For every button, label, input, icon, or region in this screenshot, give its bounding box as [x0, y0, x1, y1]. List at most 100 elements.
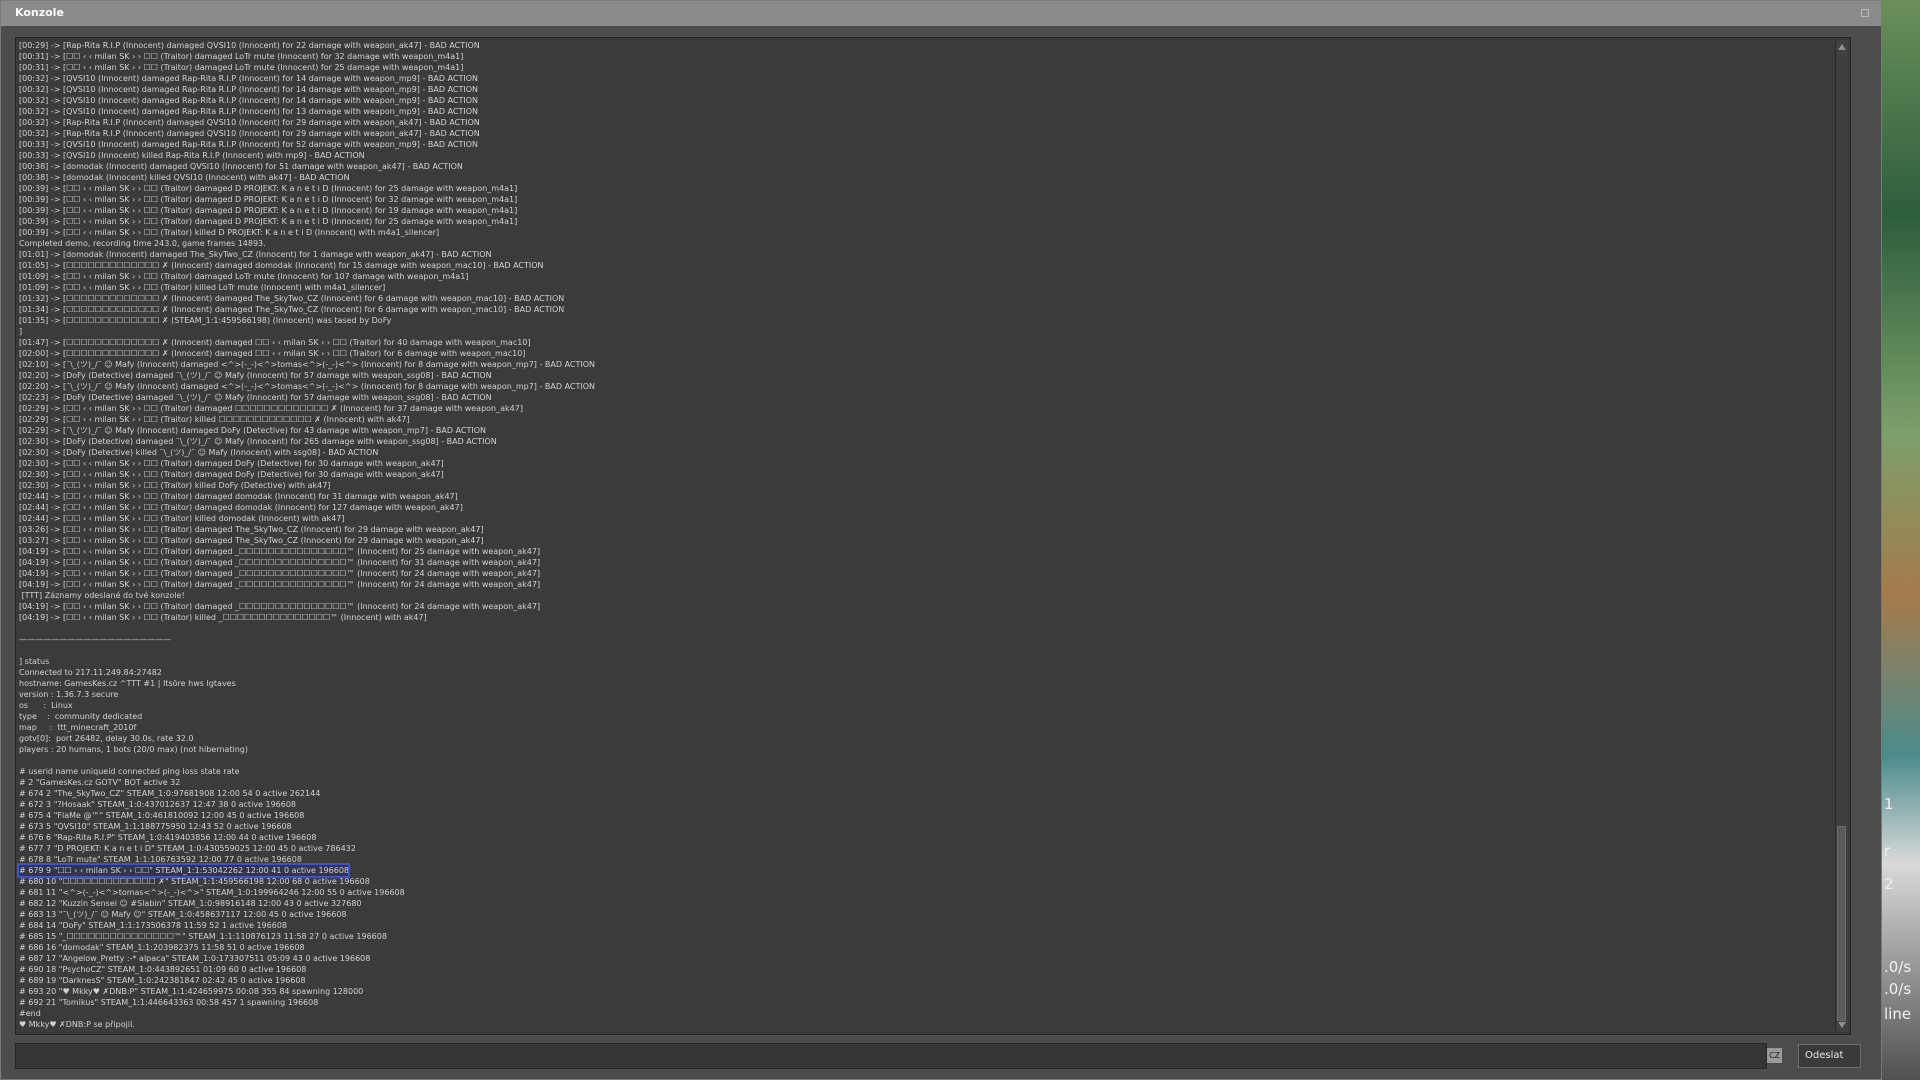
- language-badge[interactable]: CZ: [1767, 1048, 1782, 1063]
- log-line: Completed demo, recording time 243.0, ga…: [19, 239, 266, 248]
- background-text: 1: [1884, 795, 1894, 813]
- log-line: [04:19] -> [☐☐ ‹ ‹ milan SK › › ☐☐ (Trai…: [19, 602, 541, 611]
- log-line: [00:38] -> [domodak (Innocent) damaged Q…: [19, 162, 463, 171]
- log-line: ]: [19, 327, 23, 336]
- log-line: [02:20] -> [¯\_(ツ)_/¯ ☺ Mafy (Innocent) …: [19, 382, 596, 391]
- log-line: [01:47] -> [☐☐☐☐☐☐☐☐☐☐☐☐☐ ✗ (Innocent) d…: [19, 338, 531, 347]
- log-line: [00:32] -> [Rap-Rita R.I.P (Innocent) da…: [19, 129, 480, 138]
- log-line: [02:44] -> [☐☐ ‹ ‹ milan SK › › ☐☐ (Trai…: [19, 492, 458, 501]
- log-line: # 674 2 "The_SkyTwo_CZ" STEAM_1:0:976819…: [19, 789, 321, 798]
- game-background: [1880, 0, 1920, 1080]
- log-line: [00:32] -> [QVSI10 (Innocent) damaged Ra…: [19, 74, 479, 83]
- log-line: [01:05] -> [☐☐☐☐☐☐☐☐☐☐☐☐☐ ✗ (Innocent) d…: [19, 261, 544, 270]
- log-line: [TTT] Záznamy odeslané do tvé konzole!: [19, 591, 185, 600]
- log-line: [00:33] -> [QVSI10 (Innocent) killed Rap…: [19, 151, 365, 160]
- log-line: players : 20 humans, 1 bots (20/0 max) (…: [19, 745, 248, 754]
- log-line: # 683 13 "¯\_(ツ)_/¯ ☺ Mafy ☺" STEAM_1:0:…: [19, 910, 347, 919]
- log-line: # 692 21 "Tomikus" STEAM_1:1:446643363 0…: [19, 998, 319, 1007]
- log-line: [00:33] -> [QVSI10 (Innocent) damaged Ra…: [19, 140, 479, 149]
- log-line: [00:39] -> [☐☐ ‹ ‹ milan SK › › ☐☐ (Trai…: [19, 195, 518, 204]
- log-line: [00:29] -> [Rap-Rita R.I.P (Innocent) da…: [19, 41, 480, 50]
- log-line: [04:19] -> [☐☐ ‹ ‹ milan SK › › ☐☐ (Trai…: [19, 558, 541, 567]
- background-text: .0/s: [1884, 958, 1912, 976]
- scroll-up-icon[interactable]: [1838, 44, 1846, 50]
- console-window: Konzole [00:29] -> [Rap-Rita R.I.P (Inno…: [0, 0, 1882, 1080]
- log-line: [01:01] -> [domodak (Innocent) damaged T…: [19, 250, 492, 259]
- log-line: # 690 18 "PsychoCZ" STEAM_1:0:443892651 …: [19, 965, 307, 974]
- log-line: [02:44] -> [☐☐ ‹ ‹ milan SK › › ☐☐ (Trai…: [19, 503, 463, 512]
- log-line: [03:27] -> [☐☐ ‹ ‹ milan SK › › ☐☐ (Trai…: [19, 536, 484, 545]
- log-line: [00:32] -> [QVSI10 (Innocent) damaged Ra…: [19, 96, 479, 105]
- log-line: [00:31] -> [☐☐ ‹ ‹ milan SK › › ☐☐ (Trai…: [19, 52, 464, 61]
- command-input[interactable]: [15, 1043, 1767, 1069]
- log-line: [00:32] -> [QVSI10 (Innocent) damaged Ra…: [19, 85, 479, 94]
- scroll-down-icon[interactable]: [1838, 1022, 1846, 1028]
- log-line: [02:30] -> [☐☐ ‹ ‹ milan SK › › ☐☐ (Trai…: [19, 481, 331, 490]
- log-line: # 687 17 "Angelow_Pretty :-* alpaca" STE…: [19, 954, 371, 963]
- log-line: [00:39] -> [☐☐ ‹ ‹ milan SK › › ☐☐ (Trai…: [19, 217, 518, 226]
- log-line: [04:19] -> [☐☐ ‹ ‹ milan SK › › ☐☐ (Trai…: [19, 569, 541, 578]
- log-line: [02:23] -> [DoFy (Detective) damaged ¯\_…: [19, 393, 492, 402]
- log-line: # 2 "GamesKes.cz GOTV" BOT active 32: [19, 778, 181, 787]
- log-line: type : community dedicated: [19, 712, 143, 721]
- log-line: [01:32] -> [☐☐☐☐☐☐☐☐☐☐☐☐☐ ✗ (Innocent) d…: [19, 294, 565, 303]
- log-line: # 676 6 "Rap-Rita R.I.P" STEAM_1:0:41940…: [19, 833, 317, 842]
- log-line: [02:29] -> [☐☐ ‹ ‹ milan SK › › ☐☐ (Trai…: [19, 415, 410, 424]
- log-line: # userid name uniqueid connected ping lo…: [19, 767, 240, 776]
- background-text: .0/s: [1884, 980, 1912, 998]
- log-line: #end: [19, 1009, 41, 1018]
- log-line: [02:00] -> [☐☐☐☐☐☐☐☐☐☐☐☐☐ ✗ (Innocent) d…: [19, 349, 526, 358]
- log-line: # 686 16 "domodak" STEAM_1:1:203982375 1…: [19, 943, 305, 952]
- log-line: [02:30] -> [DoFy (Detective) damaged ¯\_…: [19, 437, 497, 446]
- log-line: ] status: [19, 657, 50, 666]
- console-log: [00:29] -> [Rap-Rita R.I.P (Innocent) da…: [17, 40, 1829, 1030]
- log-line: # 682 12 "Kuzzin Sensei ☺ #Slabin" STEAM…: [19, 899, 362, 908]
- log-line: [02:20] -> [DoFy (Detective) damaged ¯\_…: [19, 371, 492, 380]
- log-line: hostname: GamesKes.cz ^TTT #1 | Itsöre h…: [19, 679, 236, 688]
- log-line: [02:29] -> [☐☐ ‹ ‹ milan SK › › ☐☐ (Trai…: [19, 404, 523, 413]
- log-line: # 678 8 "LoTr mute" STEAM_1:1:106763592 …: [19, 855, 302, 864]
- log-line: # 680 10 "☐☐☐☐☐☐☐☐☐☐☐☐☐ ✗" STEAM_1:1:459…: [19, 877, 370, 886]
- log-line: gotv[0]: port 26482, delay 30.0s, rate 3…: [19, 734, 194, 743]
- log-line: [00:32] -> [Rap-Rita R.I.P (Innocent) da…: [19, 118, 480, 127]
- log-line: [00:39] -> [☐☐ ‹ ‹ milan SK › › ☐☐ (Trai…: [19, 206, 518, 215]
- window-title: Konzole: [15, 6, 64, 19]
- log-line: # 684 14 "DoFy" STEAM_1:1:173506378 11:5…: [19, 921, 288, 930]
- log-line: # 673 5 "QVSI10" STEAM_1:1:188775950 12:…: [19, 822, 292, 831]
- log-line: [02:44] -> [☐☐ ‹ ‹ milan SK › › ☐☐ (Trai…: [19, 514, 345, 523]
- log-line: [02:10] -> [¯\_(ツ)_/¯ ☺ Mafy (Innocent) …: [19, 360, 596, 369]
- log-line: [02:30] -> [☐☐ ‹ ‹ milan SK › › ☐☐ (Trai…: [19, 459, 444, 468]
- log-line: [00:32] -> [QVSI10 (Innocent) damaged Ra…: [19, 107, 479, 116]
- console-scrollbar[interactable]: [1835, 40, 1848, 1032]
- log-line: [03:26] -> [☐☐ ‹ ‹ milan SK › › ☐☐ (Trai…: [19, 525, 484, 534]
- log-line: # 677 7 "D PROJEKT: K a n e t i D" STEAM…: [19, 844, 356, 853]
- log-line: ♥ Mkky♥ ✗DNB:P se připojil.: [19, 1020, 135, 1029]
- background-text: 2: [1884, 875, 1894, 893]
- scroll-thumb[interactable]: [1837, 826, 1846, 1021]
- background-text: r: [1884, 842, 1891, 860]
- log-line: [01:35] -> [☐☐☐☐☐☐☐☐☐☐☐☐☐ ✗ (STEAM_1:1:4…: [19, 316, 392, 325]
- background-text: line: [1884, 1005, 1912, 1023]
- log-line: # 679 9 "☐☐ ‹ ‹ milan SK › › ☐☐" STEAM_1…: [17, 863, 350, 878]
- console-output[interactable]: [00:29] -> [Rap-Rita R.I.P (Innocent) da…: [15, 37, 1851, 1035]
- log-line: [02:30] -> [☐☐ ‹ ‹ milan SK › › ☐☐ (Trai…: [19, 470, 444, 479]
- log-line: # 685 15 "_☐☐☐☐☐☐☐☐☐☐☐☐☐☐☐™" STEAM_1:1:1…: [19, 932, 387, 941]
- send-button[interactable]: Odeslat: [1798, 1044, 1861, 1068]
- log-line: map : ttt_minecraft_2010f: [19, 723, 137, 732]
- log-line: [02:29] -> [¯\_(ツ)_/¯ ☺ Mafy (Innocent) …: [19, 426, 487, 435]
- log-line: # 681 11 "<^>(-_-)<^>tomas<^>(-_-)<^>" S…: [19, 888, 405, 897]
- log-line: os : Linux: [19, 701, 73, 710]
- log-line: # 672 3 "?Hosaak" STEAM_1:0:437012637 12…: [19, 800, 297, 809]
- log-line: ———————————————————: [19, 635, 171, 644]
- window-titlebar[interactable]: Konzole: [1, 1, 1881, 26]
- log-line: version : 1.36.7.3 secure: [19, 690, 119, 699]
- log-line: # 675 4 "FlaMe @™" STEAM_1:0:461810092 1…: [19, 811, 305, 820]
- log-line: [00:38] -> [domodak (Innocent) killed QV…: [19, 173, 350, 182]
- log-line: # 693 20 "♥ Mkky♥ ✗DNB:P" STEAM_1:1:4246…: [19, 987, 364, 996]
- log-line: [02:30] -> [DoFy (Detective) killed ¯\_(…: [19, 448, 379, 457]
- log-line: [00:39] -> [☐☐ ‹ ‹ milan SK › › ☐☐ (Trai…: [19, 228, 440, 237]
- maximize-icon[interactable]: [1861, 9, 1869, 17]
